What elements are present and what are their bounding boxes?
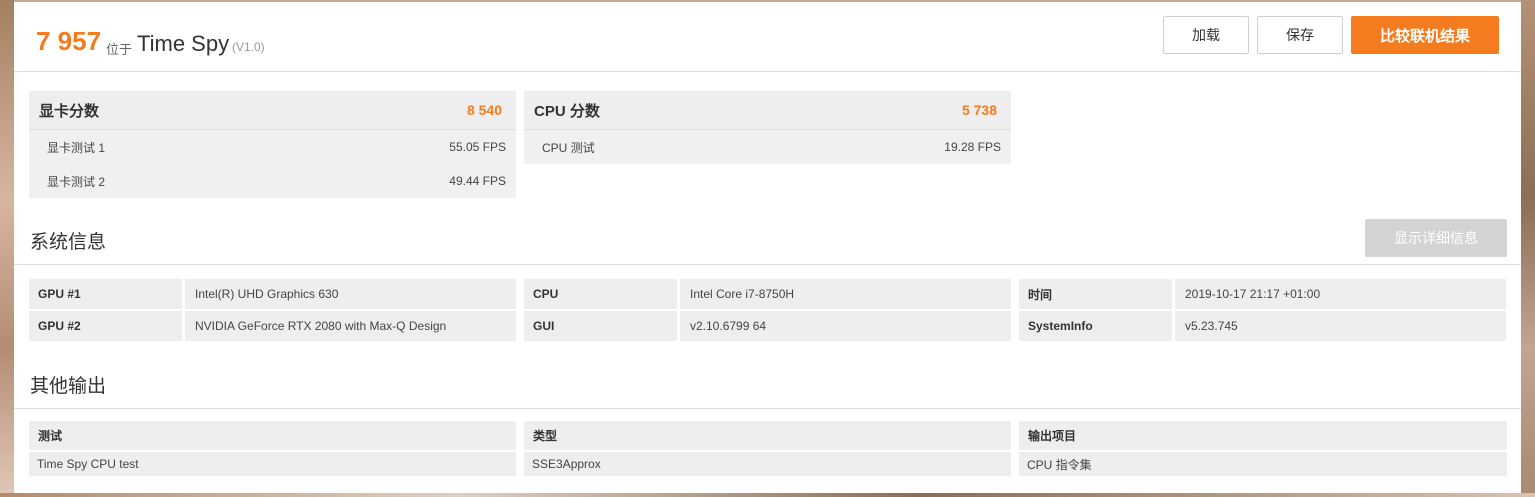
output-header: 输出项目 [1019, 421, 1507, 451]
system-info-column: CPU Intel Core i7-8750H GUI v2.10.6799 6… [524, 279, 1011, 343]
info-value: 2019-10-17 21:17 +01:00 [1175, 279, 1506, 309]
section-divider [14, 408, 1521, 409]
info-key: 时间 [1019, 279, 1172, 309]
output-cell: SSE3Approx [524, 452, 1011, 476]
cpu-test-value: 19.28 FPS [944, 140, 1001, 154]
cpu-score-box: CPU 分数 5 738 CPU 测试 19.28 FPS [524, 91, 1011, 164]
system-info-column: 时间 2019-10-17 21:17 +01:00 SystemInfo v5… [1019, 279, 1506, 343]
cpu-score-title: CPU 分数 [534, 102, 600, 120]
info-key: GUI [524, 311, 677, 341]
info-row: GUI v2.10.6799 64 [524, 311, 1011, 341]
info-row: GPU #1 Intel(R) UHD Graphics 630 [29, 279, 516, 309]
info-key: SystemInfo [1019, 311, 1172, 341]
gpu-test-row: 显卡测试 1 55.05 FPS [29, 130, 516, 164]
benchmark-name: Time Spy [137, 31, 230, 56]
gpu-score-header: 显卡分数 8 540 [29, 91, 516, 130]
background-bottom-edge [0, 493, 1535, 497]
background-left-edge [0, 0, 14, 497]
info-value: NVIDIA GeForce RTX 2080 with Max-Q Desig… [185, 311, 516, 341]
info-value: v5.23.745 [1175, 311, 1506, 341]
system-info-column: GPU #1 Intel(R) UHD Graphics 630 GPU #2 … [29, 279, 516, 343]
info-row: GPU #2 NVIDIA GeForce RTX 2080 with Max-… [29, 311, 516, 341]
section-divider [14, 264, 1521, 265]
output-column: 类型 SSE3Approx [524, 421, 1011, 476]
info-value: Intel Core i7-8750H [680, 279, 1011, 309]
gpu-score-title: 显卡分数 [39, 102, 100, 120]
info-key: GPU #1 [29, 279, 182, 309]
info-value: Intel(R) UHD Graphics 630 [185, 279, 516, 309]
output-header: 测试 [29, 421, 516, 451]
load-button[interactable]: 加载 [1163, 16, 1249, 54]
gpu-test-label: 显卡测试 1 [47, 140, 106, 155]
info-key: CPU [524, 279, 677, 309]
score-separator: 位于 [106, 42, 133, 57]
gpu-score-value: 8 540 [466, 102, 502, 118]
background-right-edge [1521, 0, 1535, 497]
info-row: 时间 2019-10-17 21:17 +01:00 [1019, 279, 1506, 309]
overall-score: 7 957 [36, 26, 102, 56]
cpu-score-value: 5 738 [961, 102, 997, 118]
output-column: 输出项目 CPU 指令集 [1019, 421, 1507, 476]
result-header: 7 957 位于 Time Spy (V1.0) 加载 保存 比较联机结果 [14, 2, 1521, 72]
gpu-test-value: 55.05 FPS [449, 140, 506, 154]
info-value: v2.10.6799 64 [680, 311, 1011, 341]
output-cell: Time Spy CPU test [29, 452, 516, 476]
result-panel: 7 957 位于 Time Spy (V1.0) 加载 保存 比较联机结果 显卡… [14, 2, 1521, 493]
cpu-test-row: CPU 测试 19.28 FPS [524, 130, 1011, 164]
save-button[interactable]: 保存 [1257, 16, 1343, 54]
cpu-score-header: CPU 分数 5 738 [524, 91, 1011, 130]
cpu-test-label: CPU 测试 [542, 140, 595, 155]
gpu-test-label: 显卡测试 2 [47, 174, 106, 189]
gpu-score-box: 显卡分数 8 540 显卡测试 1 55.05 FPS 显卡测试 2 49.44… [29, 91, 516, 198]
other-output-title: 其他输出 [30, 375, 107, 397]
gpu-test-value: 49.44 FPS [449, 174, 506, 188]
info-row: CPU Intel Core i7-8750H [524, 279, 1011, 309]
info-key: GPU #2 [29, 311, 182, 341]
output-header: 类型 [524, 421, 1011, 451]
benchmark-version: (V1.0) [232, 40, 265, 54]
output-column: 测试 Time Spy CPU test [29, 421, 516, 476]
gpu-test-row: 显卡测试 2 49.44 FPS [29, 164, 516, 198]
output-cell: CPU 指令集 [1019, 452, 1507, 476]
show-details-button[interactable]: 显示详细信息 [1365, 219, 1507, 257]
compare-online-button[interactable]: 比较联机结果 [1351, 16, 1499, 54]
system-info-title: 系统信息 [30, 231, 107, 253]
info-row: SystemInfo v5.23.745 [1019, 311, 1506, 341]
